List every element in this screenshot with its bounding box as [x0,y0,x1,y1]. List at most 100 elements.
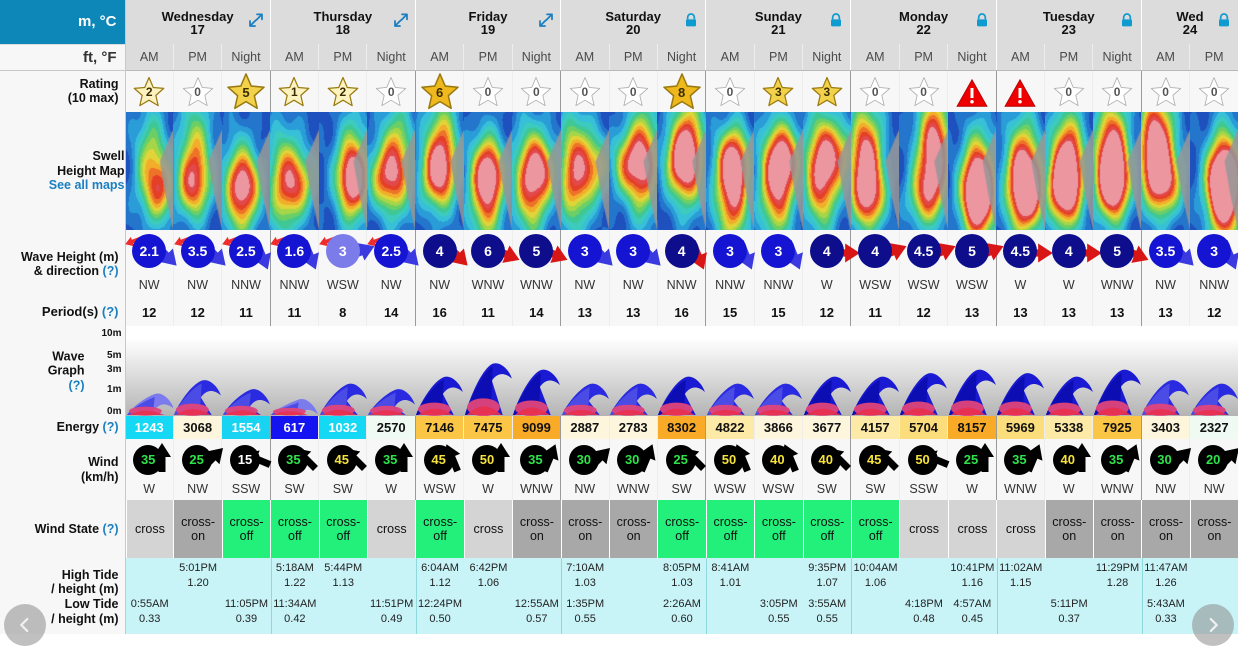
tide-height: 0.55 [816,613,838,625]
expand-icon[interactable] [393,12,409,28]
lock-icon[interactable] [974,12,990,28]
swell-map-thumbnail[interactable] [996,112,1045,230]
day-badge[interactable] [538,12,554,28]
wind-state-value: cross-off [802,500,851,558]
day-badge[interactable] [1216,12,1232,28]
tide-height: 1.26 [1155,577,1177,589]
low-tide-entry: 1:35PM 0.55 [556,597,614,627]
energy-cell: 2570 [366,416,416,439]
swell-map-image [705,112,755,230]
scroll-left-button[interactable] [4,604,46,646]
wave-graph-help-link[interactable]: (?) [69,378,85,392]
swell-map-thumbnail[interactable] [1092,112,1142,230]
day-badge[interactable] [393,12,409,28]
swell-map-thumbnail[interactable] [899,112,948,230]
wave-graph-cell [705,326,755,416]
swell-map-thumbnail[interactable] [173,112,222,230]
tide-height: 0.37 [1058,613,1080,625]
wave-height-value: 2.1 [132,234,167,268]
swell-map-thumbnail[interactable] [366,112,416,230]
wave-direction-label: W [1014,278,1027,292]
swell-map-thumbnail[interactable] [802,112,851,230]
period-cell: 16 [414,298,464,326]
day-header-monday[interactable]: Monday 22 [850,0,997,44]
swell-map-thumbnail[interactable] [221,112,271,230]
swell-map-thumbnail[interactable] [705,112,755,230]
rating-star: 0 [613,72,653,110]
swell-map-image [1092,112,1142,230]
period-cell: 13 [1140,298,1190,326]
day-badge[interactable] [1119,12,1135,28]
wave-shape [851,376,899,416]
wind-state-cell: cross-on [1044,500,1093,558]
day-header-thursday[interactable]: Thursday 18 [269,0,416,44]
wind-state-cell: cross [366,500,416,558]
swell-map-thumbnail[interactable] [1189,112,1238,230]
wind-state-help-link[interactable]: (?) [103,522,119,536]
rating-value: 1 [291,85,298,100]
rating-cell: 8 [656,70,706,112]
tide-time: 7:10AM [566,562,605,574]
rating-cell: 2 [318,70,367,112]
period-help-link[interactable]: (?) [102,304,119,319]
day-badge[interactable] [828,12,844,28]
swell-map-thumbnail[interactable] [1044,112,1093,230]
day-badge[interactable] [974,12,990,28]
swell-map-thumbnail[interactable] [318,112,367,230]
day-header-saturday[interactable]: Saturday 20 [560,0,706,44]
swell-map-thumbnail[interactable] [1141,112,1190,230]
swell-map-thumbnail[interactable] [512,112,561,230]
day-header-wed[interactable]: Wed 24 [1140,0,1238,44]
swell-map-thumbnail[interactable] [754,112,803,230]
forecast-grid: m, °C Wednesday 17 Thursday 18 Friday 19 Sa… [0,0,1238,634]
swell-map-thumbnail[interactable] [270,112,319,230]
wind-direction-label: WNW [520,482,553,496]
rating-star: 3 [758,72,798,110]
swell-map-thumbnail[interactable] [947,112,997,230]
scroll-right-button[interactable] [1192,604,1234,646]
swell-map-thumbnail[interactable] [657,112,706,230]
expand-icon[interactable] [538,12,554,28]
day-badge[interactable] [683,12,699,28]
wave-graph-cell [996,326,1045,416]
swell-map-thumbnail[interactable] [463,112,513,230]
see-all-maps-link[interactable]: See all maps [49,178,125,192]
swell-map-thumbnail[interactable] [125,112,174,230]
energy-help-link[interactable]: (?) [103,420,119,434]
wave-shape [271,398,319,416]
label-wind-2: (km/h) [81,469,119,484]
swell-map-thumbnail[interactable] [609,112,658,230]
day-badge[interactable] [248,12,264,28]
label-high-tide-2: / height (m) [51,582,119,597]
wave-direction-label: WNW [520,278,553,292]
units-imperial-toggle[interactable]: ft, °F [0,43,126,70]
label-period-text: Period(s) [41,303,99,319]
day-header-sunday[interactable]: Sunday 21 [705,0,851,44]
day-header-wednesday[interactable]: Wednesday 17 [124,0,271,44]
label-wind: Wind (km/h) [0,439,126,500]
swell-map-thumbnail[interactable] [560,112,609,230]
swell-map-image [947,112,997,230]
units-metric-toggle[interactable]: m, °C [0,0,126,44]
swell-map-thumbnail[interactable] [415,112,464,230]
wave-height-value: 3.5 [1148,234,1183,268]
slot-header: PM [1044,44,1093,71]
wave-height-help-link[interactable]: (?) [103,264,119,278]
swell-map-image [415,112,464,230]
lock-icon[interactable] [1216,12,1232,28]
day-header-tuesday[interactable]: Tuesday 23 [995,0,1142,44]
wind-speed-value: 15 [229,445,260,475]
day-header-friday[interactable]: Friday 19 [414,0,561,44]
lock-icon[interactable] [683,12,699,28]
wind-state-value: cross-off [754,500,803,558]
wind-state-value: cross-off [318,500,367,558]
header-day-row: m, °C Wednesday 17 Thursday 18 Friday 19 Sa… [0,0,1238,44]
tide-height: 1.20 [187,577,209,589]
swell-map-thumbnail[interactable] [850,112,900,230]
energy-cell: 8157 [947,416,997,439]
lock-icon[interactable] [1119,12,1135,28]
rating-cell: 0 [705,70,755,112]
rating-star: 0 [1049,72,1089,110]
expand-icon[interactable] [248,12,264,28]
lock-icon[interactable] [828,12,844,28]
